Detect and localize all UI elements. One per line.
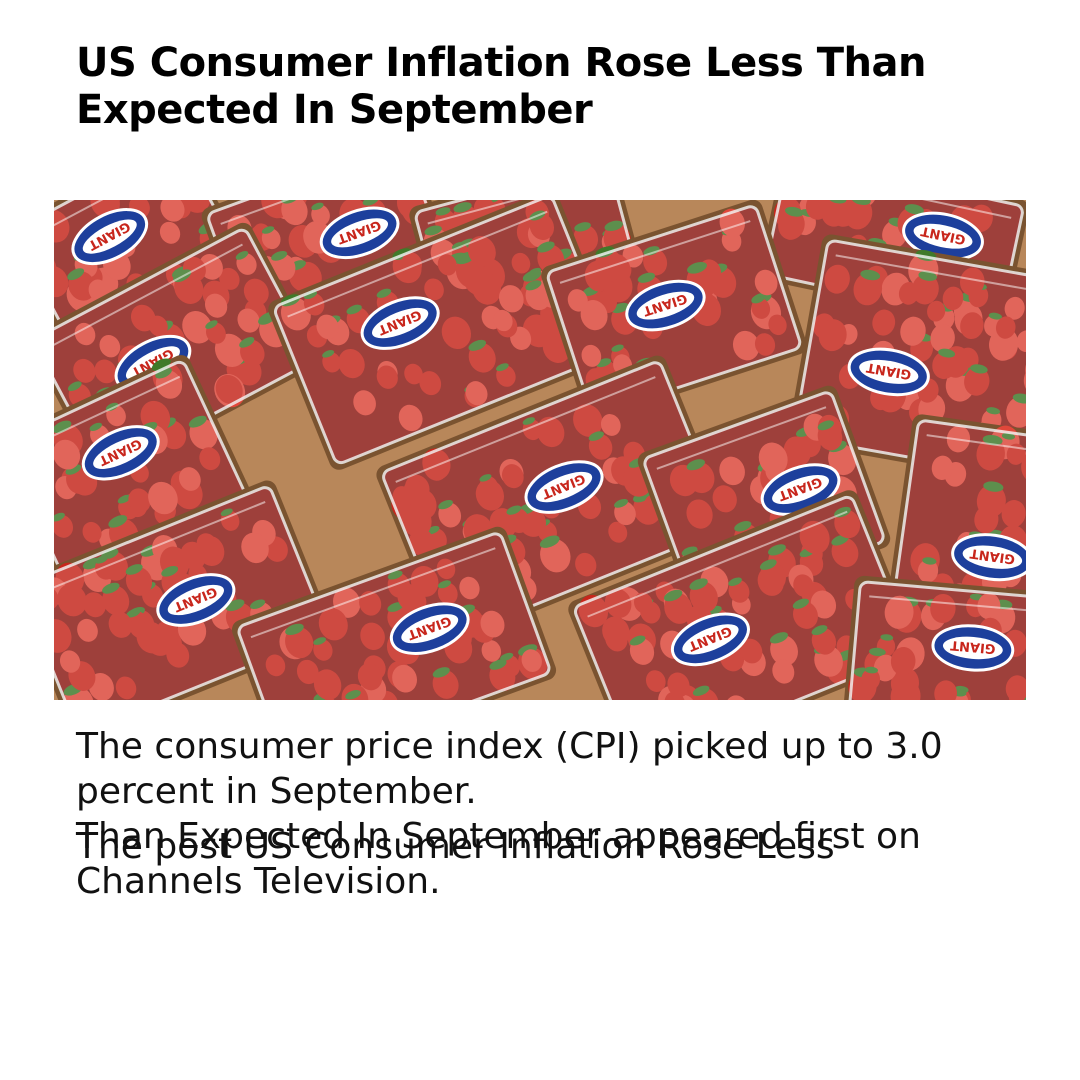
article-title: US Consumer Inflation Rose Less Than Exp… bbox=[76, 40, 927, 133]
strawberry-clamshell: GIANT bbox=[842, 575, 1026, 700]
strawberries-image: GIANT GIANT GIANTGIANTGIANTGIANTGIANTGIANT… bbox=[54, 200, 1026, 700]
article-photo: GIANT GIANT GIANT GIANT GIANT GIANT GIANT GIANT… bbox=[54, 200, 1026, 700]
footer-line-overlap-b: The post US Consumer Inflation Rose Less bbox=[76, 826, 835, 867]
article-summary: The consumer price index (CPI) picked up… bbox=[76, 726, 943, 812]
